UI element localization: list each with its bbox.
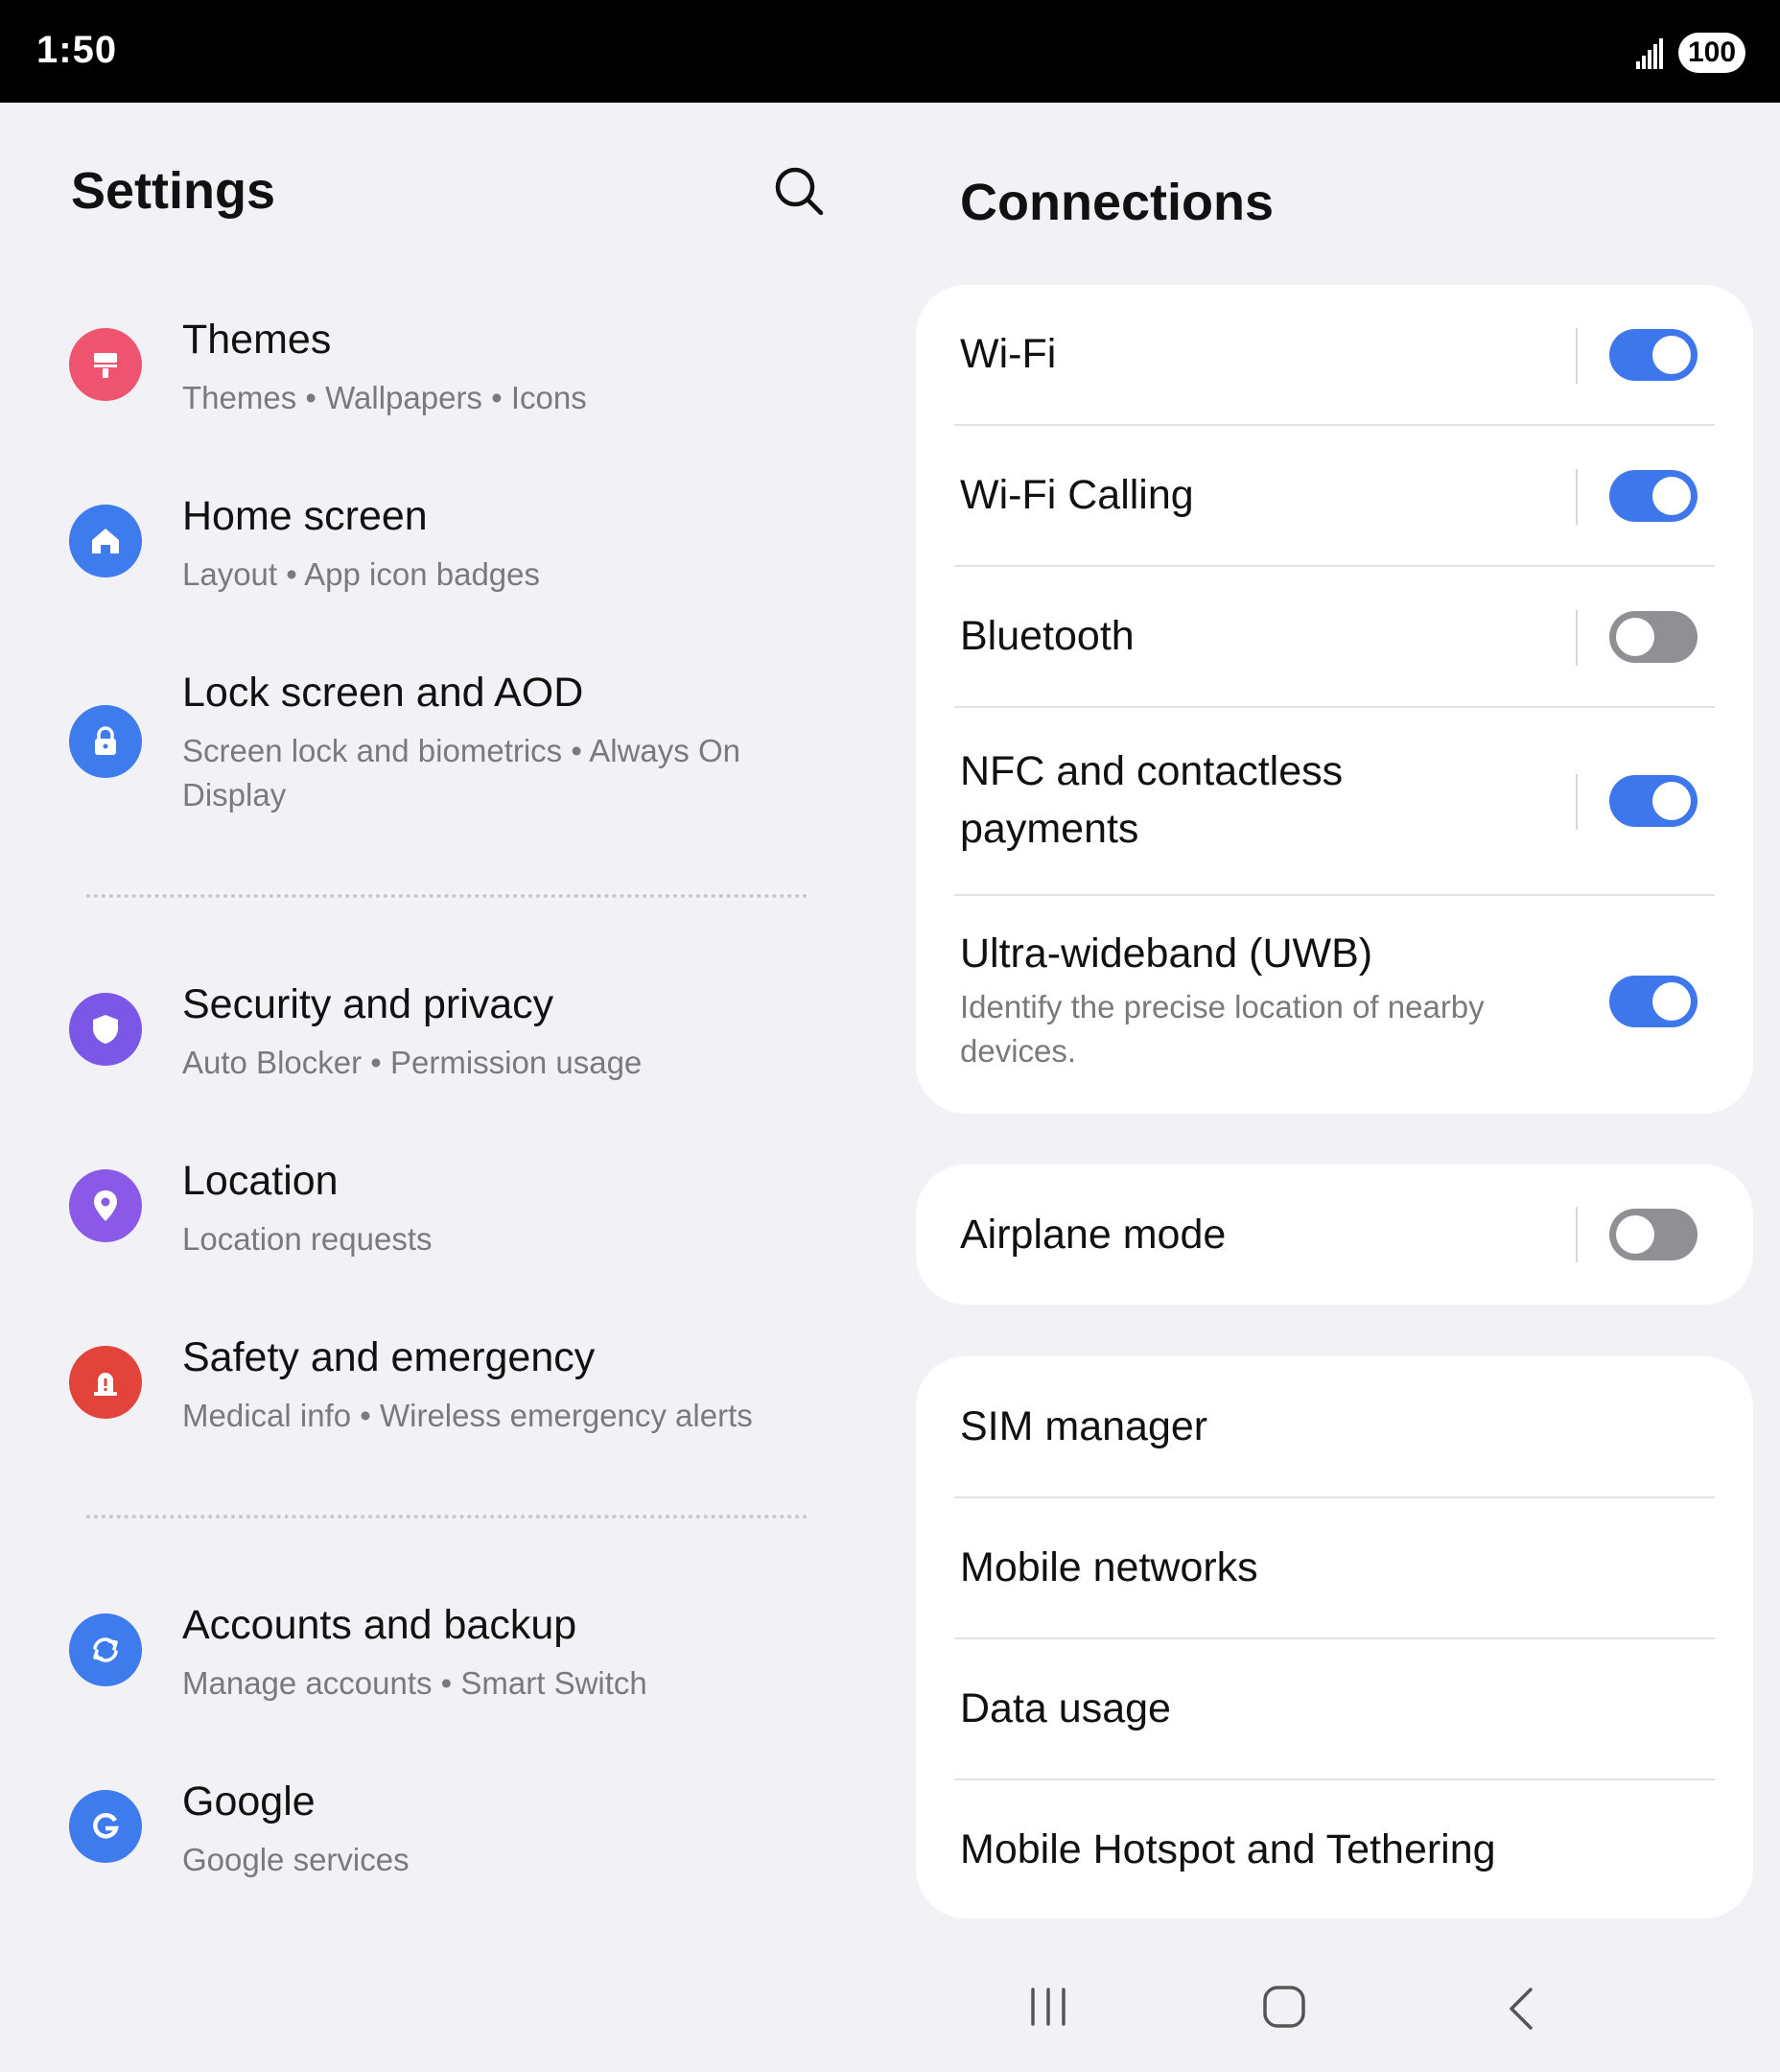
status-time: 1:50 [36,29,118,71]
row-label: Wi-Fi Calling [960,472,1194,518]
item-subtitle: Layout • App icon badges [182,556,541,592]
item-subtitle: Auto Blocker • Permission usage [182,1045,643,1080]
sync-icon [69,1613,142,1686]
row-divider [1576,469,1578,525]
row-divider [1576,774,1578,830]
wifi-calling-toggle[interactable] [1609,470,1698,522]
row-label: Ultra-wideband (UWB) [960,930,1373,977]
row-label: NFC and contactless payments [960,748,1344,852]
row-uwb[interactable]: Ultra-wideband (UWB) Identify the precis… [916,896,1753,1114]
bluetooth-toggle[interactable] [1609,611,1698,663]
row-label: Mobile networks [960,1544,1258,1590]
nfc-toggle[interactable] [1609,775,1698,827]
airplane-mode-toggle[interactable] [1609,1209,1698,1260]
settings-item-accounts[interactable]: Accounts and backup Manage accounts • Sm… [69,1602,836,1717]
row-divider [1576,328,1578,384]
emergency-siren-icon [69,1346,142,1419]
row-sim-manager[interactable]: SIM manager [916,1356,1753,1497]
row-wifi[interactable]: Wi-Fi [916,285,1753,426]
settings-item-safety[interactable]: Safety and emergency Medical info • Wire… [69,1334,836,1449]
row-wifi-calling[interactable]: Wi-Fi Calling [916,426,1753,567]
google-icon [69,1790,142,1863]
item-subtitle: Google services [182,1842,410,1877]
item-title: Lock screen and AOD [182,670,584,716]
battery-icon: 100 [1678,33,1745,73]
row-label: SIM manager [960,1403,1208,1449]
paint-roller-icon [69,328,142,401]
row-airplane-mode[interactable]: Airplane mode [916,1165,1753,1305]
home-icon [69,505,142,577]
item-title: Safety and emergency [182,1334,596,1380]
shield-icon [69,993,142,1066]
search-icon[interactable] [773,165,825,217]
row-label: Data usage [960,1685,1171,1731]
item-title: Accounts and backup [182,1602,577,1648]
item-title: Location [182,1158,339,1204]
network-card: SIM manager Mobile networks Data usage M… [916,1356,1753,1919]
row-label: Mobile Hotspot and Tethering [960,1826,1496,1872]
item-subtitle: Manage accounts • Smart Switch [182,1665,647,1701]
item-subtitle: Location requests [182,1221,433,1257]
item-subtitle: Screen lock and biometrics • Always On D… [182,733,740,812]
settings-item-home-screen[interactable]: Home screen Layout • App icon badges [69,493,836,608]
detail-title: Connections [960,174,1275,231]
settings-item-google[interactable]: Google Google services [69,1778,836,1894]
location-pin-icon [69,1169,142,1242]
row-divider [1576,1207,1578,1262]
item-title: Google [182,1778,316,1825]
settings-item-security[interactable]: Security and privacy Auto Blocker • Perm… [69,981,836,1096]
section-divider [86,1515,808,1519]
settings-item-location[interactable]: Location Location requests [69,1158,836,1273]
row-nfc[interactable]: NFC and contactless payments [916,708,1753,895]
row-label: Airplane mode [960,1212,1227,1258]
section-divider [86,894,808,898]
row-hotspot[interactable]: Mobile Hotspot and Tethering [916,1779,1753,1919]
uwb-toggle[interactable] [1609,976,1698,1027]
lock-icon [69,705,142,778]
settings-item-lock-screen[interactable]: Lock screen and AOD Screen lock and biom… [69,670,836,813]
wifi-toggle[interactable] [1609,329,1698,381]
row-label: Wi-Fi [960,331,1057,377]
item-title: Home screen [182,493,428,539]
signal-icon [1636,38,1663,69]
row-mobile-networks[interactable]: Mobile networks [916,1497,1753,1638]
status-bar: 1:50 100 [0,0,1780,103]
item-subtitle: Themes • Wallpapers • Icons [182,380,587,415]
settings-item-themes[interactable]: Themes Themes • Wallpapers • Icons [69,317,836,432]
home-button-icon[interactable] [1261,1984,1307,2030]
row-divider [1576,610,1578,666]
row-label: Bluetooth [960,613,1135,659]
row-data-usage[interactable]: Data usage [916,1638,1753,1779]
row-bluetooth[interactable]: Bluetooth [916,567,1753,708]
connections-card: Wi-Fi Wi-Fi Calling Bluetooth NFC and co… [916,285,1753,1114]
page-title: Settings [71,162,276,220]
back-icon[interactable] [1506,1986,1534,2032]
recent-apps-icon[interactable] [1027,1986,1069,2028]
item-title: Themes [182,317,332,363]
item-title: Security and privacy [182,981,554,1027]
airplane-card: Airplane mode [916,1165,1753,1305]
item-subtitle: Medical info • Wireless emergency alerts [182,1398,753,1433]
row-subtitle: Identify the precise location of nearby … [960,989,1485,1069]
